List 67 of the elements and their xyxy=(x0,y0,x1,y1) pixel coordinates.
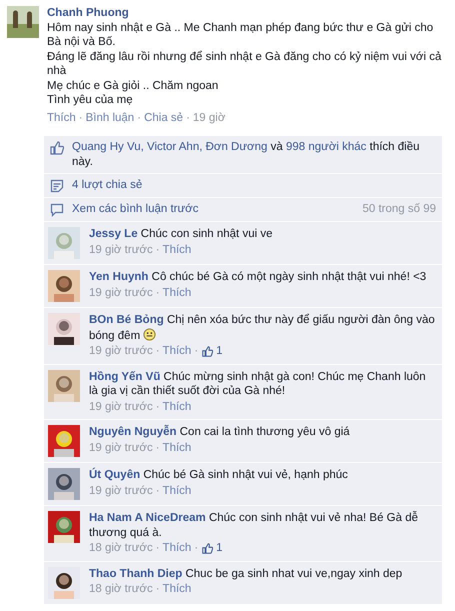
post-text: Đáng lẽ đăng lâu rồi nhưng để sinh nhật e Gà đăng cho có kỷ niệm vui với cả nhà xyxy=(47,50,442,78)
people-link[interactable]: 998 người khác xyxy=(286,141,366,153)
author-link[interactable]: Chanh Phuong xyxy=(47,6,129,20)
separator-dot: · xyxy=(156,440,160,455)
action-link[interactable]: Thích xyxy=(47,110,76,125)
share-icon xyxy=(50,179,64,193)
comment-text: Nguyên Nguyễn Con cai la tình thương yêu vô giá xyxy=(89,425,351,440)
comment-count: 50 trong số 99 xyxy=(362,202,436,216)
like-count[interactable]: 1 xyxy=(216,541,223,556)
separator-dot: · xyxy=(156,286,160,300)
like-link[interactable]: Thích xyxy=(162,440,192,455)
separator-dot: · xyxy=(78,110,83,125)
separator-dot: · xyxy=(156,242,160,257)
thumbs-up-icon xyxy=(50,141,64,155)
commenter-link[interactable]: Yen Huynh xyxy=(89,271,148,283)
comment-text: Jessy Le Chúc con sinh nhật vui ve xyxy=(89,227,274,242)
comment-icon xyxy=(50,203,64,217)
comment-text: Hồng Yến Vũ Chúc mừng sinh nhật gà con! Chúc mẹ Chanh luôn là gia vị cần thiết suốt đời của Gà nhé! xyxy=(89,370,427,398)
like-link[interactable]: Thích xyxy=(162,400,192,414)
commenter-link[interactable]: Jessy Le xyxy=(89,228,138,240)
timestamp: 19 giờ trước xyxy=(89,440,153,455)
separator-dot: · xyxy=(194,344,198,358)
shares-link[interactable]: 4 lượt chia sẻ xyxy=(72,178,142,192)
like-link[interactable]: Thích xyxy=(162,344,192,358)
separator-dot: · xyxy=(156,582,160,596)
like-link[interactable]: Thích xyxy=(162,582,192,596)
action-link[interactable]: Bình luận xyxy=(86,110,134,125)
timestamp: 19 giờ trước xyxy=(89,286,153,300)
comment-text: Út Quyên Chúc bé Gà sinh nhật vui vẻ, hạnh phúc xyxy=(89,468,349,482)
action-link[interactable]: Chia sẻ xyxy=(144,110,184,125)
timestamp: 19 giờ xyxy=(192,110,226,125)
comment-text: Ha Nam A NiceDream Chúc con sinh nhật vui vẻ nha! Bé Gà dễ thương quá à. xyxy=(89,511,420,540)
commenter-link[interactable]: Nguyên Nguyễn xyxy=(89,426,177,438)
thumbs-up-icon xyxy=(202,346,214,357)
timestamp: 19 giờ trước xyxy=(89,484,153,498)
separator-dot: · xyxy=(156,400,160,414)
comment-text: BOn Bé Bỏng Chị nên xóa bức thư này để giấu người đàn ông vào bóng đêm xyxy=(89,313,436,343)
commenter-link[interactable]: Thao Thanh Diep xyxy=(89,568,182,580)
timestamp: 19 giờ trước xyxy=(89,400,153,414)
post-text: Tình yêu của mẹ xyxy=(47,93,134,108)
likes-sentence: Quang Hy Vu, Victor Ahn, Đơn Dương và 998 người khác thích điều này. xyxy=(72,140,420,169)
timestamp: 18 giờ trước xyxy=(89,582,153,596)
like-link[interactable]: Thích xyxy=(162,541,192,556)
commenter-link[interactable]: BOn Bé Bỏng xyxy=(89,314,164,326)
timestamp: 19 giờ trước xyxy=(89,344,153,358)
like-count[interactable]: 1 xyxy=(216,344,223,358)
separator-dot: · xyxy=(156,344,160,358)
comment-text: Thao Thanh Diep Chuc be ga sinh nhat vui ve,ngay xinh dep xyxy=(89,566,404,581)
commenter-link[interactable]: Út Quyên xyxy=(89,469,140,481)
commenter-link[interactable]: Ha Nam A NiceDream xyxy=(89,512,206,524)
separator-dot: · xyxy=(194,541,198,556)
commenter-link[interactable]: Hồng Yến Vũ xyxy=(89,370,160,382)
post-text: Hôm nay sinh nhật e Gà .. Me Chanh mạn phép đang bức thư e Gà gửi cho Bà nội và Bố. xyxy=(47,20,434,50)
timestamp: 18 giờ trước xyxy=(89,541,153,556)
view-previous-comments-link[interactable]: Xem các bình luận trước xyxy=(72,202,198,216)
separator-dot: · xyxy=(186,110,190,125)
thumbs-up-icon xyxy=(202,542,214,554)
separator-dot: · xyxy=(156,484,160,498)
people-link[interactable]: Quang Hy Vu, Victor Ahn, Đơn Dương xyxy=(72,141,268,153)
post-text: Mẹ chúc e Gà giỏi .. Chăm ngoan xyxy=(47,78,220,93)
separator-dot: · xyxy=(137,110,142,125)
timestamp: 19 giờ trước xyxy=(89,242,153,257)
like-link[interactable]: Thích xyxy=(162,242,192,257)
like-link[interactable]: Thích xyxy=(162,286,192,300)
like-link[interactable]: Thích xyxy=(162,484,192,498)
comment-text: Yen Huynh Cô chúc bé Gà có một ngày sinh nhật thật vui nhé! <3 xyxy=(89,270,428,284)
separator-dot: · xyxy=(156,541,160,556)
